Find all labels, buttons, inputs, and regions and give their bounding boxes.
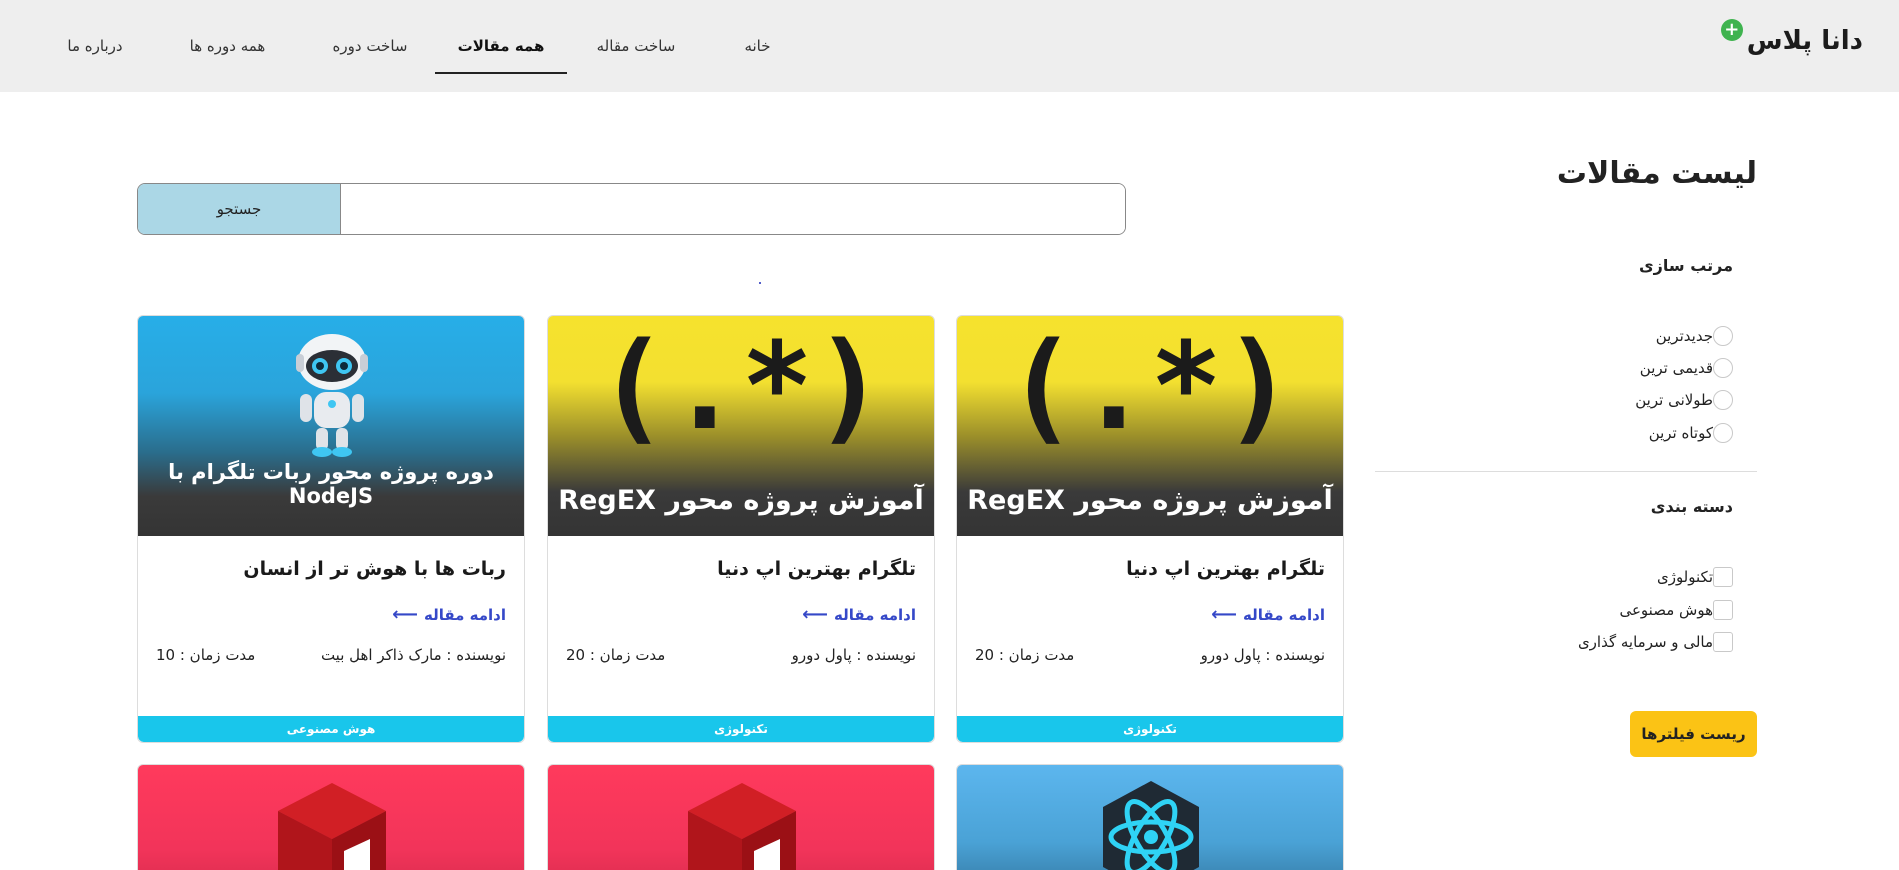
article-author: نویسنده : پاول دورو [1200, 646, 1325, 664]
loading-dot [759, 282, 761, 284]
nav-create-article[interactable]: ساخت مقاله [567, 0, 705, 92]
category-technology[interactable]: تکنولوژی [1649, 566, 1733, 588]
category-ai[interactable]: هوش مصنوعی [1611, 599, 1733, 621]
checkbox[interactable] [1713, 632, 1733, 652]
image-caption: آموزش پروژه محور RegEX [558, 485, 924, 516]
category-label: هوش مصنوعی [1619, 601, 1713, 619]
category-tag[interactable]: تکنولوژی [957, 716, 1343, 742]
sort-option-label: طولانی ترین [1635, 391, 1713, 409]
article-image [548, 765, 934, 870]
sidebar-divider [1375, 471, 1757, 472]
search-bar: جستجو [137, 183, 1126, 235]
category-title: دسته بندی [1650, 497, 1733, 516]
article-image: (.*) آموزش پروژه محور RegEX [548, 316, 934, 536]
reset-filters-button[interactable]: ریست فیلترها [1630, 711, 1757, 757]
search-button[interactable]: جستجو [138, 184, 341, 234]
sort-option-newest[interactable]: جدیدترین [1648, 325, 1733, 347]
search-input[interactable] [341, 184, 1125, 234]
read-more-link[interactable]: ادامه مقاله ⟵ [566, 604, 916, 625]
nav-all-courses[interactable]: همه دوره ها [150, 0, 305, 92]
category-tag[interactable]: تکنولوژی [548, 716, 934, 742]
category-finance[interactable]: مالی و سرمایه گذاری [1570, 631, 1733, 653]
category-label: مالی و سرمایه گذاری [1577, 633, 1713, 651]
logo[interactable]: دانا پلاس + [1720, 19, 1863, 56]
arrow-left-icon: ⟵ [802, 604, 828, 625]
article-card[interactable]: (.*) آموزش پروژه محور RegEX تلگرام بهتری… [547, 315, 935, 743]
category-label: تکنولوژی [1656, 568, 1713, 586]
top-navbar: دانا پلاس + درباره ما همه دوره ها ساخت د… [0, 0, 1899, 92]
article-image [138, 765, 524, 870]
article-image: (.*) آموزش پروژه محور RegEX [957, 316, 1343, 536]
sort-option-label: قدیمی ترین [1639, 359, 1713, 377]
regex-symbol: (.*) [1005, 318, 1295, 457]
article-card[interactable]: دوره پروژه محور ربات تلگرام با NodeJS رب… [137, 315, 525, 743]
image-caption: دوره پروژه محور ربات تلگرام با NodeJS [168, 460, 494, 508]
sort-option-longest[interactable]: طولانی ترین [1627, 389, 1733, 411]
main-nav: درباره ما همه دوره ها ساخت دوره همه مقال… [40, 0, 810, 92]
logo-text: دانا پلاس [1746, 26, 1863, 56]
radio-button[interactable] [1713, 358, 1733, 378]
article-author: نویسنده : پاول دورو [791, 646, 916, 664]
article-card[interactable]: (.*) آموزش پروژه محور RegEX تلگرام بهتری… [956, 315, 1344, 743]
nav-home[interactable]: خانه [705, 0, 810, 92]
read-more-label: ادامه مقاله [1242, 606, 1325, 624]
article-image [957, 765, 1343, 870]
arrow-left-icon: ⟵ [392, 604, 418, 625]
article-title: تلگرام بهترین اپ دنیا [717, 558, 916, 580]
sort-option-shortest[interactable]: کوتاه ترین [1641, 422, 1733, 444]
sort-option-label: کوتاه ترین [1648, 424, 1713, 442]
read-more-label: ادامه مقاله [833, 606, 916, 624]
cube-logo-icon [278, 783, 386, 870]
sort-title: مرتب سازی [1639, 256, 1733, 275]
regex-symbol: (.*) [596, 318, 886, 457]
article-title: تلگرام بهترین اپ دنیا [1126, 558, 1325, 580]
category-tag[interactable]: هوش مصنوعی [138, 716, 524, 742]
arrow-left-icon: ⟵ [1211, 604, 1237, 625]
article-duration: مدت زمان : 20 [975, 646, 1075, 664]
nav-all-articles[interactable]: همه مقالات [435, 0, 567, 92]
article-duration: مدت زمان : 20 [566, 646, 666, 664]
plus-circle-icon: + [1720, 19, 1743, 41]
read-more-link[interactable]: ادامه مقاله ⟵ [975, 604, 1325, 625]
article-title: ربات ها با هوش تر از انسان [243, 558, 506, 580]
article-card[interactable] [137, 764, 525, 870]
article-card[interactable] [956, 764, 1344, 870]
radio-button[interactable] [1713, 326, 1733, 346]
radio-button[interactable] [1713, 423, 1733, 443]
sort-option-label: جدیدترین [1655, 327, 1713, 345]
read-more-link[interactable]: ادامه مقاله ⟵ [156, 604, 506, 625]
image-caption: آموزش پروژه محور RegEX [967, 485, 1333, 516]
article-card[interactable] [547, 764, 935, 870]
article-author: نویسنده : مارک ذاکر اهل بیت [320, 646, 506, 664]
nav-create-course[interactable]: ساخت دوره [305, 0, 435, 92]
page-title: لیست مقالات [1556, 156, 1757, 191]
robot-illustration [296, 334, 368, 457]
checkbox[interactable] [1713, 600, 1733, 620]
read-more-label: ادامه مقاله [423, 606, 506, 624]
radio-button[interactable] [1713, 390, 1733, 410]
sort-option-oldest[interactable]: قدیمی ترین [1632, 357, 1733, 379]
cube-logo-icon [688, 783, 796, 870]
checkbox[interactable] [1713, 567, 1733, 587]
article-duration: مدت زمان : 10 [156, 646, 256, 664]
react-logo-icon [1103, 781, 1199, 870]
article-image: دوره پروژه محور ربات تلگرام با NodeJS [138, 316, 524, 536]
nav-about[interactable]: درباره ما [40, 0, 150, 92]
